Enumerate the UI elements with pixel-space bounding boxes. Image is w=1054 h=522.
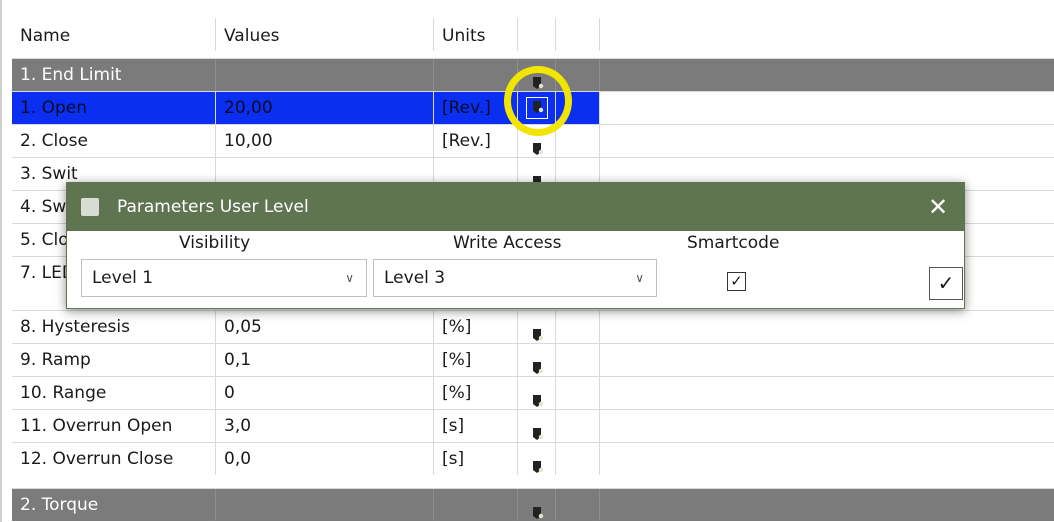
confirm-button[interactable]: ✓ — [929, 267, 963, 300]
write-access-select[interactable]: Level 3 ∨ — [373, 259, 657, 297]
row-name: 11. Overrun Open — [12, 410, 216, 442]
row-value[interactable]: 0,1 — [216, 344, 434, 376]
row-value[interactable]: 0 — [216, 377, 434, 409]
row-value — [216, 59, 434, 91]
lock-user-icon[interactable] — [530, 386, 544, 407]
row-value[interactable]: 20,00 — [216, 92, 434, 124]
column-header-units[interactable]: Units — [434, 18, 518, 51]
row-value[interactable]: 3,0 — [216, 410, 434, 442]
row-value[interactable]: 0,0 — [216, 443, 434, 475]
write-access-label: Write Access — [453, 233, 562, 253]
row-name: 9. Ramp — [12, 344, 216, 376]
row-unit: [%] — [434, 311, 518, 343]
column-header-name[interactable]: Name — [12, 18, 216, 51]
table-row[interactable]: 12. Overrun Close 0,0 [s] — [12, 442, 1054, 475]
column-header-filler — [600, 18, 1054, 51]
visibility-label: Visibility — [179, 233, 251, 253]
lock-user-icon[interactable] — [530, 167, 544, 188]
app-icon — [81, 198, 99, 216]
column-header-icon — [518, 18, 556, 51]
row-value[interactable]: 10,00 — [216, 125, 434, 157]
dialog-titlebar[interactable]: Parameters User Level ✕ — [67, 183, 964, 231]
row-unit: [%] — [434, 344, 518, 376]
row-unit: [s] — [434, 410, 518, 442]
row-name: 8. Hysteresis — [12, 311, 216, 343]
row-name: 2. Torque — [12, 489, 216, 521]
row-unit — [434, 59, 518, 91]
row-unit — [434, 489, 518, 521]
close-icon[interactable]: ✕ — [920, 189, 956, 225]
row-name: 1. End Limit — [12, 59, 216, 91]
lock-user-icon[interactable] — [530, 498, 544, 519]
row-value[interactable]: 0,05 — [216, 311, 434, 343]
row-name: 12. Overrun Close — [12, 443, 216, 475]
lock-user-icon[interactable] — [530, 134, 544, 155]
smartcode-label: Smartcode — [687, 233, 780, 253]
column-header-extra — [556, 18, 600, 51]
visibility-select-value: Level 1 — [92, 268, 154, 288]
row-name: 2. Close — [12, 125, 216, 157]
lock-user-icon[interactable] — [530, 353, 544, 374]
row-value — [216, 489, 434, 521]
write-access-select-value: Level 3 — [384, 268, 446, 288]
table-header: Name Values Units — [12, 18, 1054, 51]
parameters-user-level-dialog: Parameters User Level ✕ Visibility Write… — [66, 182, 965, 309]
lock-user-icon[interactable] — [530, 452, 544, 473]
column-header-values[interactable]: Values — [216, 18, 434, 51]
row-name: 10. Range — [12, 377, 216, 409]
table-row[interactable]: 9. Ramp 0,1 [%] — [12, 343, 1054, 376]
lock-user-icon[interactable] — [530, 419, 544, 440]
visibility-select[interactable]: Level 1 ∨ — [81, 259, 367, 297]
chevron-down-icon: ∨ — [345, 271, 354, 285]
chevron-down-icon: ∨ — [635, 271, 644, 285]
dialog-title: Parameters User Level — [117, 197, 309, 217]
table-row[interactable]: 10. Range 0 [%] — [12, 376, 1054, 409]
highlight-ring-annotation — [504, 66, 572, 136]
table-row[interactable]: 8. Hysteresis 0,05 [%] — [12, 310, 1054, 343]
row-unit: [s] — [434, 443, 518, 475]
table-row-group[interactable]: 2. Torque — [12, 488, 1054, 521]
table-row[interactable]: 11. Overrun Open 3,0 [s] — [12, 409, 1054, 442]
lock-user-icon[interactable] — [530, 320, 544, 341]
smartcode-checkbox[interactable]: ✓ — [727, 272, 746, 291]
row-unit: [Rev.] — [434, 125, 518, 157]
row-name: 1. Open — [12, 92, 216, 124]
row-unit: [%] — [434, 377, 518, 409]
